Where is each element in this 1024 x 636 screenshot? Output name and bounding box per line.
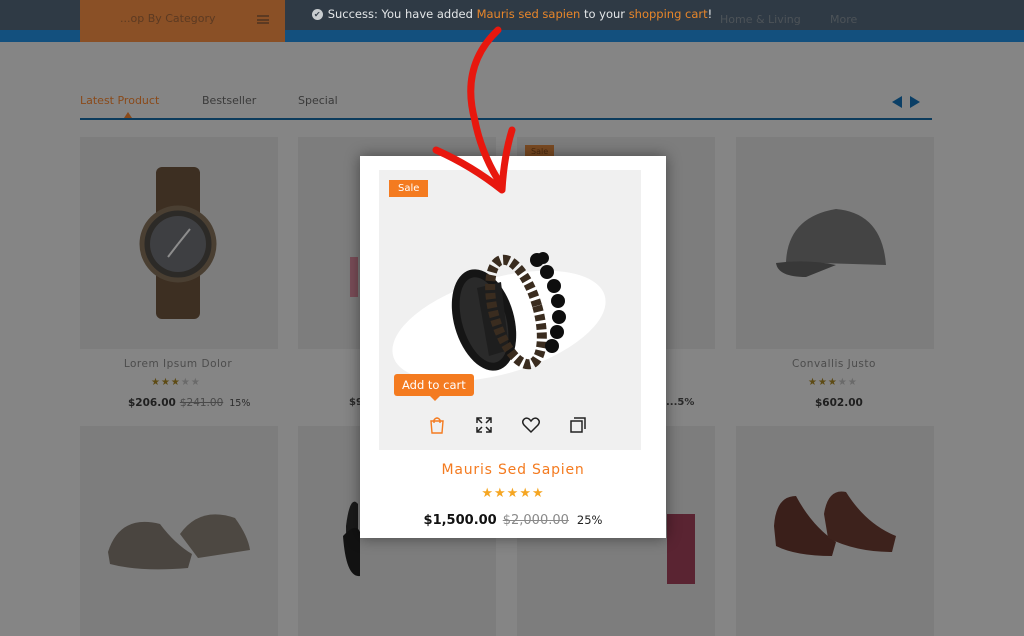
product-card-cap[interactable] <box>736 137 934 349</box>
shopping-bag-icon[interactable] <box>426 414 448 436</box>
notice-middle: to your <box>580 7 629 21</box>
notice-cart-link[interactable]: shopping cart <box>629 7 708 21</box>
tab-latest-product[interactable]: Latest Product <box>80 94 159 107</box>
product-rating-stars: ★★★★★ <box>481 486 545 501</box>
product-rating: ★★★★★ <box>151 377 201 388</box>
product-card-shoes[interactable] <box>736 426 934 636</box>
active-tab-caret <box>124 112 132 118</box>
old-price: $2,000.00 <box>502 513 569 528</box>
watch-image <box>139 167 217 319</box>
compare-icon[interactable] <box>567 414 589 436</box>
sneaker-image <box>108 514 250 570</box>
notice-prefix: Success: You have added <box>327 7 477 21</box>
discount: 15% <box>229 398 251 409</box>
product-image[interactable]: Sale Add to cart <box>379 170 641 450</box>
product-price-row: $206.00 $241.00 15% <box>128 397 250 409</box>
heart-icon[interactable] <box>520 414 542 436</box>
product-title[interactable]: Mauris Sed Sapien <box>360 462 666 478</box>
partial-price-right: ...5% <box>666 397 695 408</box>
notice-suffix: ! <box>707 7 713 21</box>
product-card-sneaker[interactable] <box>80 426 278 636</box>
bracelets-image <box>392 252 606 382</box>
arrow-next-icon[interactable] <box>910 96 920 108</box>
tab-bestseller[interactable]: Bestseller <box>202 94 256 107</box>
current-price: $1,500.00 <box>423 513 497 528</box>
check-circle-icon: ✔ <box>311 9 323 20</box>
expand-icon[interactable] <box>473 414 495 436</box>
product-card-watch[interactable] <box>80 137 278 349</box>
notice-product-link[interactable]: Mauris sed sapien <box>477 7 581 21</box>
tab-special[interactable]: Special <box>298 94 338 107</box>
shoes-image <box>774 491 896 556</box>
clothing-image-edge <box>350 257 358 297</box>
product-name[interactable]: Convallis Justo <box>736 358 932 370</box>
product-price-row: $1,500.00 $2,000.00 25% <box>360 513 666 528</box>
featured-product-card[interactable]: Sale Add to cart Mauris Sed Sapien ★★★★★… <box>360 156 666 538</box>
product-rating: ★★★★★ <box>808 377 858 388</box>
price: $206.00 <box>128 397 176 409</box>
discount-percent: 25% <box>576 513 603 527</box>
arrow-prev-icon[interactable] <box>892 96 902 108</box>
annotation-arrow-icon <box>432 26 516 194</box>
product-name[interactable]: Lorem Ipsum Dolor <box>80 358 276 370</box>
old-price: $241.00 <box>179 397 224 409</box>
product-price-row: $602.00 <box>815 397 863 409</box>
cap-image <box>776 209 886 277</box>
clothing-image-edge <box>667 514 695 584</box>
add-to-cart-tooltip: Add to cart <box>394 374 474 401</box>
price: $602.00 <box>815 397 863 409</box>
